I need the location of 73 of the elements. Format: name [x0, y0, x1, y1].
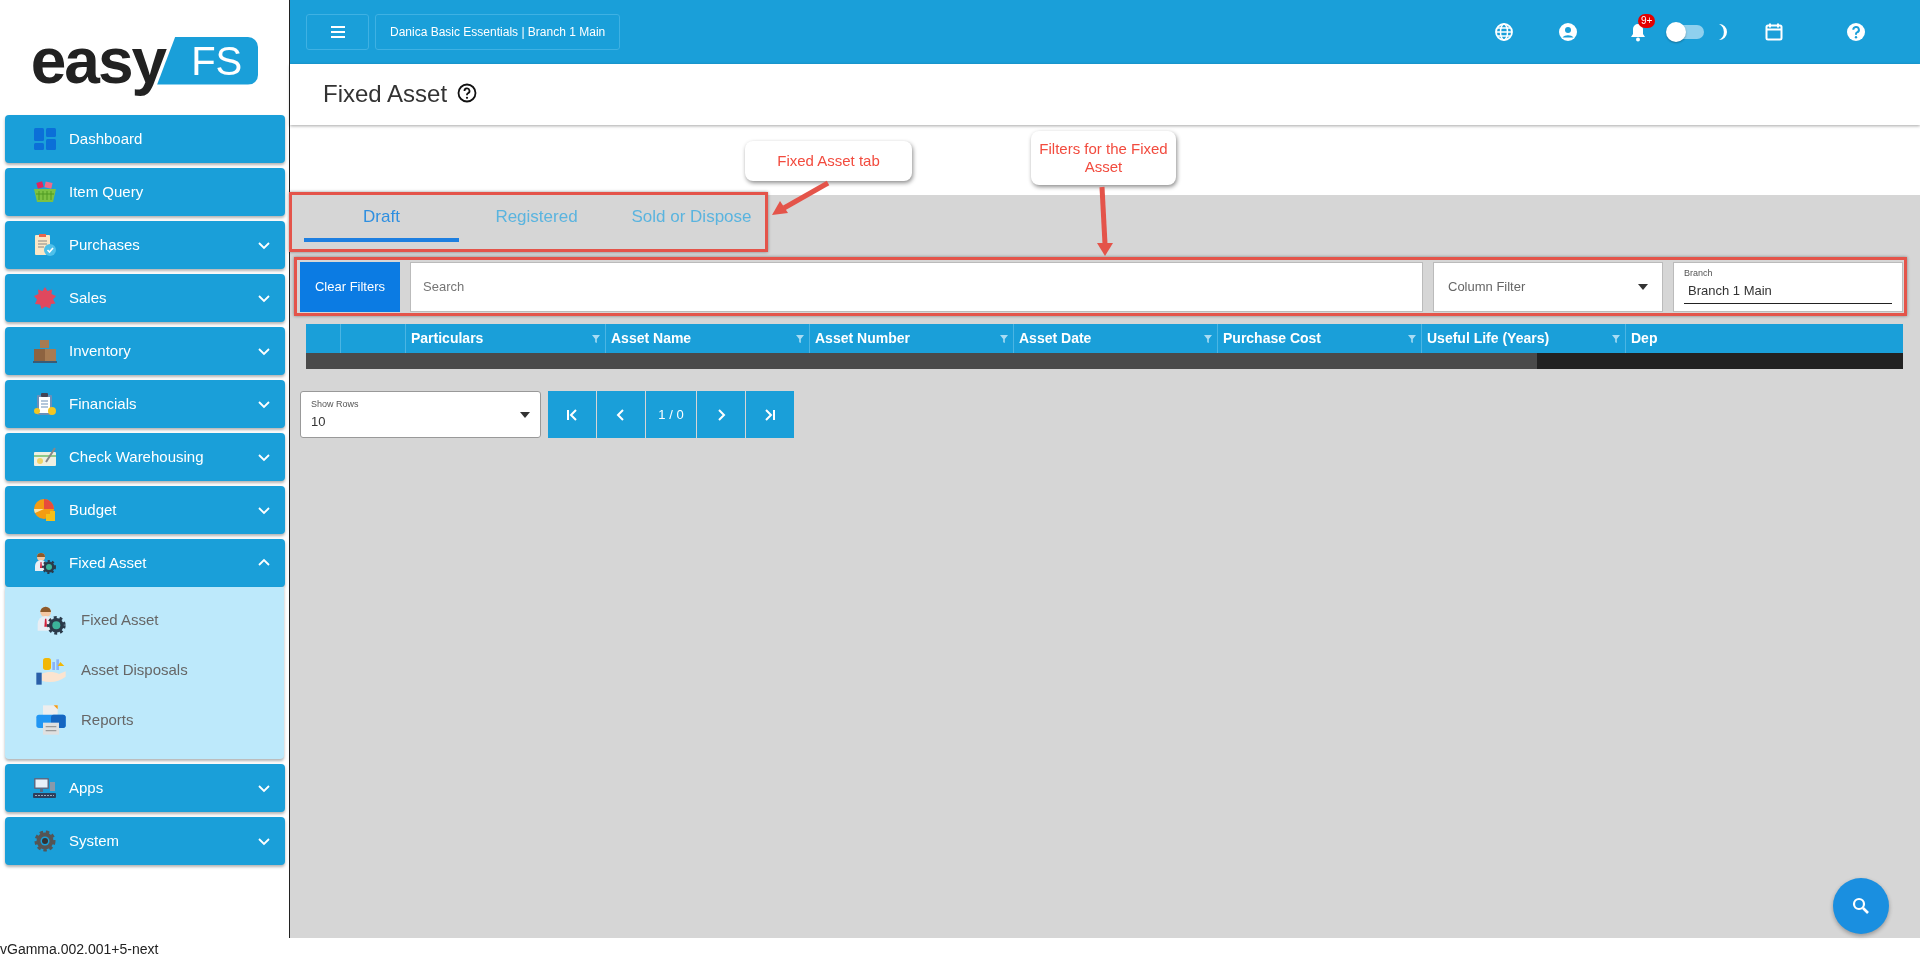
bell-icon[interactable] — [1628, 22, 1648, 42]
company-branch-button[interactable]: Danica Basic Essentials | Branch 1 Main — [375, 14, 621, 50]
column-header[interactable]: Particulars — [411, 328, 484, 349]
caret-icon — [1638, 284, 1648, 290]
sidebar-item[interactable]: Apps — [5, 764, 285, 812]
sidebar-item[interactable]: System — [5, 817, 285, 865]
dark-mode-toggle[interactable] — [1668, 25, 1704, 39]
person-gear-icon — [33, 551, 57, 575]
filter-icon[interactable] — [592, 334, 600, 343]
submenu-item[interactable]: Reports — [5, 695, 140, 745]
boxes-icon — [33, 339, 57, 363]
callout-label: Filters for the Fixed Asset — [1031, 131, 1176, 185]
globe-icon[interactable] — [1494, 22, 1514, 42]
calendar-icon[interactable] — [1764, 22, 1784, 42]
show-rows-select[interactable]: Show Rows 10 — [300, 391, 541, 438]
sidebar-item[interactable]: Financials — [5, 380, 285, 428]
last-page-button[interactable] — [746, 391, 794, 438]
submenu-item[interactable]: Asset Disposals — [5, 645, 194, 695]
column-header[interactable]: Asset Date — [1019, 328, 1092, 349]
column-header[interactable]: Purchase Cost — [1223, 328, 1322, 349]
cheque-icon — [33, 445, 57, 469]
tab[interactable]: Registered — [459, 195, 614, 242]
filter-icon[interactable] — [1408, 334, 1416, 343]
page-indicator: 1 / 0 — [646, 391, 696, 438]
computer-icon — [33, 776, 57, 800]
filter-icon[interactable] — [1204, 334, 1212, 343]
column-header[interactable]: Useful Life (Years) — [1427, 328, 1550, 349]
callout-arrow — [1097, 186, 1113, 256]
help-icon[interactable] — [457, 82, 478, 103]
sidebar-item[interactable]: Purchases — [5, 221, 285, 269]
filter-icon[interactable] — [796, 334, 804, 343]
page-title: Fixed Asset — [323, 80, 448, 109]
column-header[interactable]: Asset Number — [815, 328, 910, 349]
sidebar-item[interactable]: Inventory — [5, 327, 285, 375]
version-text: vGamma.002.001+5-next — [0, 941, 159, 957]
notification-badge: 9+ — [1638, 14, 1656, 28]
sidebar-item[interactable]: Check Warehousing — [5, 433, 285, 481]
sidebar-item[interactable]: Sales — [5, 274, 285, 322]
pie-chart-icon — [33, 498, 57, 522]
basket-icon — [33, 180, 57, 204]
sidebar-item[interactable]: Dashboard — [5, 115, 285, 163]
submenu-item[interactable]: Fixed Asset — [5, 595, 165, 645]
filter-icon[interactable] — [1612, 334, 1620, 343]
printer-icon — [35, 704, 67, 736]
search-icon — [1851, 896, 1871, 916]
scrollbar-track[interactable] — [306, 353, 1903, 369]
sidebar-item[interactable]: Budget — [5, 486, 285, 534]
search-field[interactable]: Search — [410, 262, 1423, 312]
first-page-icon — [565, 407, 579, 422]
sidebar-item[interactable]: Fixed Asset — [5, 539, 285, 587]
tab[interactable]: Draft — [304, 195, 459, 242]
first-page-button[interactable] — [548, 391, 596, 438]
clear-filters-button[interactable]: Clear Filters — [300, 262, 400, 312]
branch-field[interactable]: Branch Branch 1 Main — [1673, 262, 1903, 312]
person-gear-icon — [35, 604, 67, 636]
column-header[interactable]: Dep — [1631, 328, 1658, 349]
grid-icon — [33, 127, 57, 151]
sidebar-item[interactable]: Item Query — [5, 168, 285, 216]
last-page-icon — [763, 407, 777, 422]
menu-button[interactable] — [306, 14, 369, 50]
gear-icon — [33, 829, 57, 853]
filter-icon[interactable] — [1000, 334, 1008, 343]
document-icon — [33, 392, 57, 416]
callout-label: Fixed Asset tab — [745, 141, 912, 181]
caret-icon — [520, 411, 530, 418]
starburst-icon — [33, 286, 57, 310]
callout-arrow — [772, 180, 830, 215]
column-filter-dropdown[interactable]: Column Filter — [1433, 262, 1663, 312]
tab[interactable]: Sold or Dispose — [614, 195, 769, 242]
user-icon[interactable] — [1558, 22, 1578, 42]
column-header[interactable]: Asset Name — [611, 328, 692, 349]
scrollbar-thumb[interactable] — [306, 353, 1537, 369]
clipboard-icon — [33, 233, 57, 257]
